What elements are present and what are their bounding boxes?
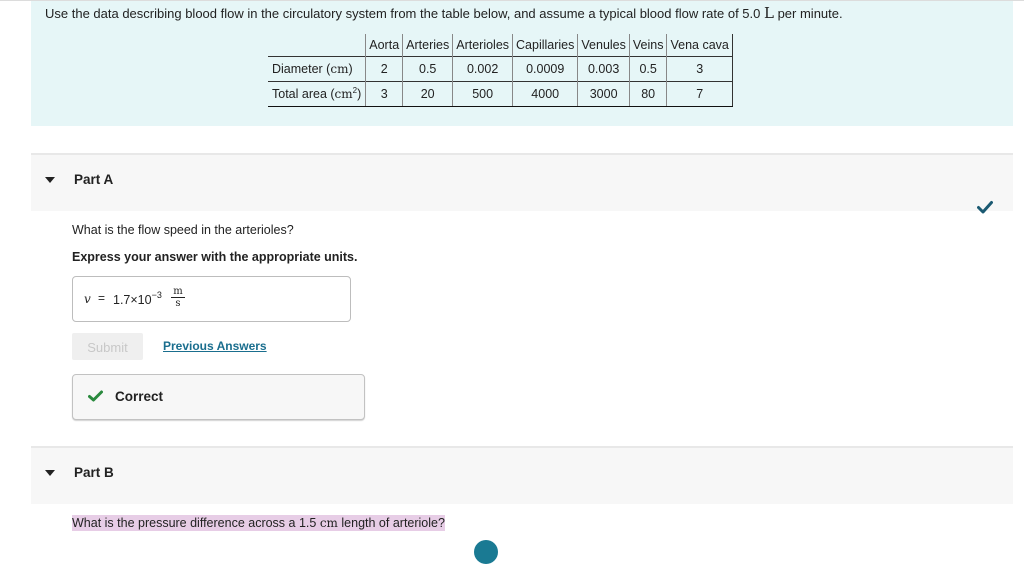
table-header-row: Aorta Arteries Arterioles Capillaries Ve… bbox=[268, 34, 733, 57]
problem-intro: Use the data describing blood flow in th… bbox=[31, 1, 1013, 126]
answer-field[interactable]: v = 1.7×10−3 m s bbox=[72, 276, 351, 322]
part-b-title: Part B bbox=[74, 465, 114, 480]
answer-unit: m s bbox=[171, 286, 185, 309]
row-label: Total area (cm2) bbox=[268, 81, 366, 107]
intro-unit: L bbox=[764, 4, 774, 22]
column-header: Arterioles bbox=[452, 34, 513, 57]
previous-answers-link[interactable]: Previous Answers bbox=[163, 339, 267, 353]
column-header: Arteries bbox=[402, 34, 453, 57]
table-cell: 0.5 bbox=[402, 56, 453, 82]
part-complete-check-icon bbox=[977, 201, 993, 214]
part-a-instruction: Express your answer with the appropriate… bbox=[72, 250, 358, 264]
feedback-correct: Correct bbox=[72, 374, 365, 420]
caret-down-icon[interactable] bbox=[45, 177, 55, 183]
table-cell: 2 bbox=[365, 56, 403, 82]
submit-button[interactable]: Submit bbox=[72, 333, 143, 360]
help-button[interactable] bbox=[474, 540, 498, 564]
table-cell: 500 bbox=[452, 81, 513, 107]
column-header: Venules bbox=[577, 34, 630, 57]
answer-value: 1.7×10−3 bbox=[113, 290, 162, 308]
part-b-header[interactable]: Part B bbox=[31, 446, 1013, 504]
table-cell: 80 bbox=[628, 81, 667, 107]
table-cell: 0.002 bbox=[452, 56, 513, 82]
column-header: Veins bbox=[628, 34, 667, 57]
part-a-header[interactable]: Part A bbox=[31, 153, 1013, 211]
answer-equals: = bbox=[98, 291, 106, 305]
table-corner bbox=[268, 34, 366, 57]
part-a-question: What is the flow speed in the arterioles… bbox=[72, 223, 294, 237]
intro-text-after: per minute. bbox=[773, 6, 843, 21]
row-label: Diameter (cm) bbox=[268, 56, 366, 82]
column-header: Capillaries bbox=[512, 34, 578, 57]
table-cell: 0.5 bbox=[628, 56, 667, 82]
table-cell: 4000 bbox=[512, 81, 578, 107]
table-cell: 0.003 bbox=[577, 56, 630, 82]
column-header: Aorta bbox=[365, 34, 403, 57]
table-cell: 20 bbox=[402, 81, 453, 107]
blood-flow-table: Aorta Arteries Arterioles Capillaries Ve… bbox=[268, 34, 733, 107]
table-cell: 3 bbox=[666, 56, 733, 82]
part-a-title: Part A bbox=[74, 172, 114, 187]
table-cell: 7 bbox=[666, 81, 733, 107]
intro-text: Use the data describing blood flow in th… bbox=[45, 4, 843, 22]
table-cell: 3000 bbox=[577, 81, 630, 107]
feedback-label: Correct bbox=[115, 389, 164, 404]
check-icon bbox=[88, 390, 103, 402]
part-b-question: What is the pressure difference across a… bbox=[72, 515, 445, 531]
intro-text-before: Use the data describing blood flow in th… bbox=[45, 6, 764, 21]
table-cell: 3 bbox=[365, 81, 403, 107]
caret-down-icon[interactable] bbox=[45, 470, 55, 476]
table-row: Diameter (cm) 2 0.5 0.002 0.0009 0.003 0… bbox=[268, 56, 733, 82]
column-header: Vena cava bbox=[666, 34, 733, 57]
answer-variable: v bbox=[84, 292, 91, 306]
table-row: Total area (cm2) 3 20 500 4000 3000 80 7 bbox=[268, 81, 733, 107]
table-cell: 0.0009 bbox=[512, 56, 578, 82]
